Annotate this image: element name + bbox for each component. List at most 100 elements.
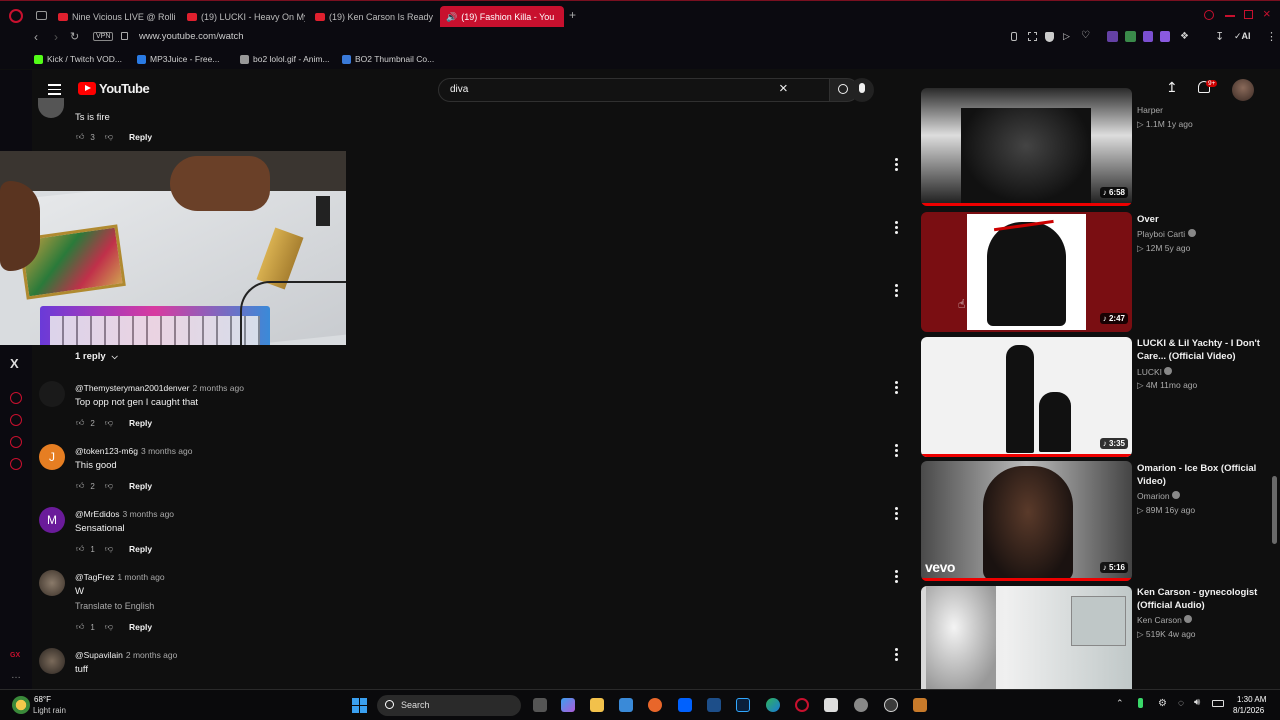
dislike-icon[interactable]: 👎︎ <box>105 418 113 428</box>
address-input[interactable]: www.youtube.com/watch <box>139 31 244 42</box>
bookmark-item[interactable]: Kick / Twitch VOD... <box>34 54 122 64</box>
browser-tab[interactable]: (19) LUCKI - Heavy On My <box>187 6 305 28</box>
wifi-icon[interactable]: ◌ <box>1178 698 1184 709</box>
play-icon[interactable]: ▷ <box>1063 31 1070 42</box>
app-icon[interactable] <box>913 698 927 712</box>
upload-icon[interactable]: ↥ <box>1166 79 1178 96</box>
ai-button[interactable]: ✓AI <box>1234 31 1251 42</box>
like-icon[interactable]: 👍︎ <box>76 622 84 632</box>
like-icon[interactable]: 👍︎ <box>76 544 84 554</box>
opera-logo-icon[interactable] <box>9 9 23 23</box>
voice-search-button[interactable] <box>850 78 874 102</box>
hamburger-menu-icon[interactable] <box>48 84 61 95</box>
clock-time[interactable]: 1:30 AM <box>1237 695 1266 704</box>
windows-start-icon[interactable] <box>352 698 367 713</box>
snapshot-icon[interactable] <box>1028 32 1037 41</box>
extension-icon[interactable] <box>1143 31 1153 42</box>
settings-icon[interactable] <box>10 458 22 470</box>
close-window-button[interactable]: × <box>1263 6 1271 21</box>
video-thumbnail[interactable]: ♪ 2:47 <box>921 212 1132 332</box>
channel-name[interactable]: Playboi Carti <box>1137 229 1196 239</box>
x-twitter-icon[interactable]: X <box>10 356 19 371</box>
opera-icon[interactable] <box>795 698 809 712</box>
extensions-icon[interactable] <box>10 436 22 448</box>
dislike-icon[interactable]: 👎︎ <box>105 622 113 632</box>
photoshop-icon[interactable] <box>736 698 750 712</box>
obs-icon[interactable] <box>884 698 898 712</box>
extension-icon[interactable] <box>1125 31 1136 42</box>
comment-menu-icon[interactable] <box>895 444 899 458</box>
video-title[interactable]: Omarion - Ice Box (Official Video) <box>1137 462 1262 488</box>
clock-date[interactable]: 8/1/2026 <box>1233 706 1264 715</box>
avatar[interactable] <box>38 98 64 118</box>
bookmark-item[interactable]: bo2 lolol.gif - Anim... <box>240 54 330 64</box>
reply-button[interactable]: Reply <box>129 622 152 632</box>
volume-icon[interactable]: 🔊︎ <box>1194 697 1200 708</box>
video-menu-icon[interactable] <box>895 221 899 235</box>
weather-icon[interactable] <box>12 696 30 714</box>
reload-icon[interactable]: ↻ <box>70 30 79 43</box>
taskbar-search[interactable]: Search <box>377 695 521 716</box>
gx-icon[interactable]: GX <box>10 652 20 659</box>
browser-tab[interactable]: Nine Vicious LIVE @ Rolling <box>58 6 176 28</box>
firefox-icon[interactable] <box>648 698 662 712</box>
store-icon[interactable] <box>619 698 633 712</box>
extension-icon[interactable] <box>1160 31 1170 42</box>
video-menu-icon[interactable] <box>895 158 899 172</box>
avatar[interactable] <box>39 648 65 674</box>
file-explorer-icon[interactable] <box>590 698 604 712</box>
browser-tab[interactable]: (19) Ken Carson Is Ready t <box>315 6 433 28</box>
player-icon[interactable] <box>10 392 22 404</box>
comment-author[interactable]: @Themysteryman2001denver 2 months ago <box>75 383 244 393</box>
avatar[interactable]: J <box>39 444 65 470</box>
clear-search-icon[interactable]: × <box>779 80 788 97</box>
reply-button[interactable]: Reply <box>129 132 152 142</box>
pin-icon[interactable] <box>1011 32 1017 41</box>
back-icon[interactable]: ‹ <box>34 30 38 44</box>
reply-button[interactable]: Reply <box>129 481 152 491</box>
comment-author[interactable]: @MrEdidos 3 months ago <box>75 509 174 519</box>
task-view-icon[interactable] <box>533 698 547 712</box>
menu-dots-icon[interactable]: ⋮ <box>1266 30 1277 43</box>
tab-overview-icon[interactable] <box>36 11 47 20</box>
comment-menu-icon[interactable] <box>895 648 899 662</box>
like-icon[interactable]: 👍︎ <box>76 418 84 428</box>
extensions-puzzle-icon[interactable]: ❖ <box>1180 31 1189 42</box>
avatar[interactable] <box>39 570 65 596</box>
video-menu-icon[interactable] <box>895 284 899 298</box>
miniplayer-video[interactable] <box>0 151 346 345</box>
comment-author[interactable]: @token123-m6g 3 months ago <box>75 446 193 456</box>
minimize-button[interactable] <box>1225 15 1235 17</box>
browser-tab-active[interactable]: 🔊 (19) Fashion Killa - You <box>440 6 564 28</box>
search-input[interactable]: diva <box>450 84 468 95</box>
mic-tray-icon[interactable] <box>1138 698 1143 708</box>
battery-icon[interactable] <box>1212 700 1224 707</box>
avatar[interactable] <box>39 381 65 407</box>
page-scrollbar[interactable] <box>1272 476 1277 544</box>
search-tabs-icon[interactable] <box>1204 10 1214 20</box>
app-icon[interactable] <box>824 698 838 712</box>
copilot-icon[interactable] <box>561 698 575 712</box>
comment-menu-icon[interactable] <box>895 507 899 521</box>
reply-button[interactable]: Reply <box>129 544 152 554</box>
shield-icon[interactable] <box>1045 32 1054 42</box>
like-icon[interactable]: 👍︎ <box>76 481 84 491</box>
edge-icon[interactable] <box>766 698 780 712</box>
video-thumbnail[interactable] <box>921 586 1132 689</box>
replies-toggle[interactable]: 1 reply ⌵ <box>75 351 118 362</box>
video-thumbnail[interactable]: ♪ 6:58 <box>921 88 1132 206</box>
comment-author[interactable]: @Supavilain 2 months ago <box>75 650 177 660</box>
dislike-icon[interactable]: 👎︎ <box>105 544 113 554</box>
download-icon[interactable]: ↧ <box>1215 30 1224 43</box>
heart-icon[interactable]: ♡ <box>1081 30 1090 41</box>
search-box[interactable]: diva × <box>438 78 830 102</box>
channel-name[interactable]: Harper <box>1137 105 1163 115</box>
translate-link[interactable]: Translate to English <box>75 601 154 611</box>
settings-icon[interactable] <box>854 698 868 712</box>
maximize-button[interactable] <box>1244 10 1253 19</box>
comment-menu-icon[interactable] <box>895 381 899 395</box>
speaker-icon[interactable]: 🔊 <box>446 12 457 23</box>
channel-name[interactable]: Ken Carson <box>1137 615 1193 625</box>
weather-condition[interactable]: Light rain <box>33 706 66 715</box>
video-title[interactable]: LUCKI & Lil Yachty - I Don't Care... (Of… <box>1137 337 1262 363</box>
